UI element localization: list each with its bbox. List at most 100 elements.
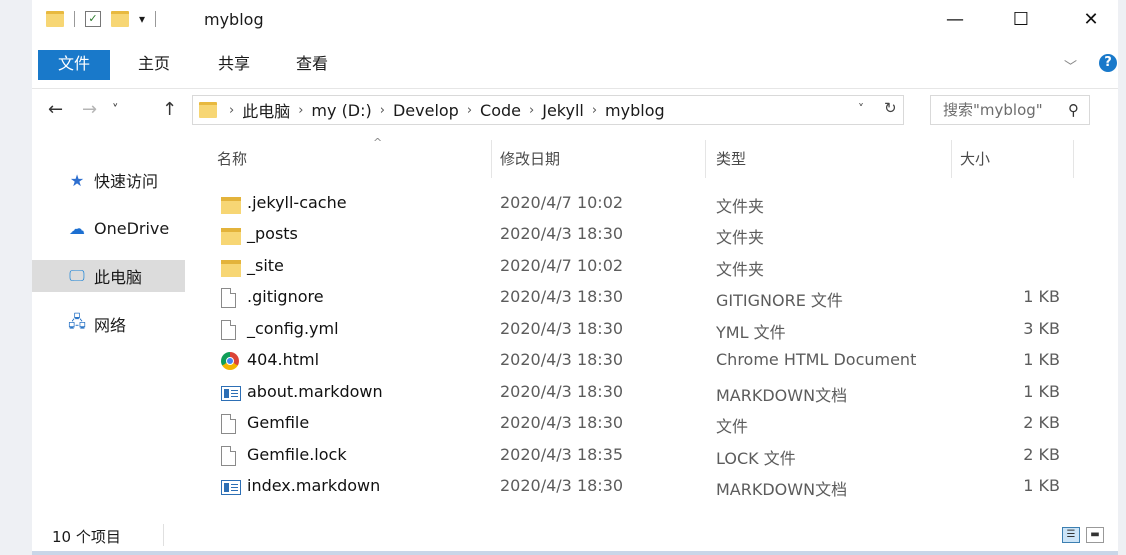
divider: [74, 11, 75, 27]
close-button[interactable]: ✕: [1068, 0, 1114, 38]
tab-file[interactable]: 文件: [38, 50, 110, 80]
maximize-button[interactable]: ☐: [998, 0, 1044, 38]
chevron-right-icon[interactable]: ›: [229, 103, 234, 118]
address-dropdown-icon[interactable]: ˅: [858, 102, 864, 116]
markdown-icon: [221, 386, 241, 401]
column-divider[interactable]: [1073, 140, 1074, 178]
file-modified: 2020/4/3 18:30: [500, 413, 624, 432]
chevron-right-icon[interactable]: ›: [380, 103, 385, 118]
column-header-modified[interactable]: 修改日期: [500, 148, 560, 169]
file-row[interactable]: index.markdown 2020/4/3 18:30 MARKDOWN文档…: [185, 471, 1118, 502]
desktop-edge-right: [1118, 0, 1126, 555]
file-modified: 2020/4/3 18:30: [500, 319, 624, 338]
file-modified: 2020/4/3 18:30: [500, 382, 624, 401]
file-row[interactable]: Gemfile.lock 2020/4/3 18:35 LOCK 文件 2 KB: [185, 440, 1118, 471]
chevron-right-icon[interactable]: ›: [467, 103, 472, 118]
file-type: MARKDOWN文档: [716, 386, 848, 405]
file-modified: 2020/4/3 18:35: [500, 445, 624, 464]
expand-ribbon-icon[interactable]: ﹀: [1064, 56, 1077, 75]
file-row[interactable]: _config.yml 2020/4/3 18:30 YML 文件 3 KB: [185, 314, 1118, 345]
cloud-icon: ☁: [69, 218, 85, 238]
breadcrumb-drive[interactable]: my (D:): [311, 101, 371, 120]
properties-icon[interactable]: ✓: [85, 11, 101, 27]
chevron-right-icon[interactable]: ›: [529, 103, 534, 118]
file-name: 404.html: [247, 350, 320, 369]
sidebar-item-network[interactable]: 🖧 网络: [32, 308, 185, 340]
file-name: .gitignore: [247, 287, 324, 306]
file-type: 文件夹: [716, 228, 765, 247]
file-name: Gemfile.lock: [247, 445, 347, 464]
minimize-button[interactable]: —: [932, 0, 978, 38]
window-bottom-border: [32, 551, 1118, 555]
column-header-name[interactable]: 名称: [217, 148, 247, 169]
breadcrumb-code[interactable]: Code: [480, 101, 521, 120]
back-arrow-icon[interactable]: ←: [48, 99, 63, 120]
file-size: 3 KB: [1023, 319, 1060, 338]
desktop-edge-left: [0, 0, 32, 555]
new-folder-icon[interactable]: [111, 11, 129, 27]
file-row[interactable]: .jekyll-cache 2020/4/7 10:02 文件夹: [185, 188, 1118, 219]
file-type: YML 文件: [716, 323, 786, 342]
breadcrumb-jekyll[interactable]: Jekyll: [542, 101, 584, 120]
file-row[interactable]: Gemfile 2020/4/3 18:30 文件 2 KB: [185, 408, 1118, 439]
chevron-right-icon[interactable]: ›: [592, 103, 597, 118]
file-row[interactable]: _site 2020/4/7 10:02 文件夹: [185, 251, 1118, 282]
file-name: _site: [247, 256, 284, 275]
file-icon: [221, 414, 236, 434]
quick-access-toolbar: ✓ ▾: [46, 11, 166, 27]
file-type: GITIGNORE 文件: [716, 291, 843, 310]
file-icon: [221, 320, 236, 340]
chrome-icon: [221, 352, 239, 370]
tab-view[interactable]: 查看: [290, 50, 334, 80]
file-size: 1 KB: [1023, 476, 1060, 495]
column-header-size[interactable]: 大小: [960, 148, 990, 169]
address-bar[interactable]: › 此电脑 › my (D:) › Develop › Code › Jekyl…: [192, 95, 904, 125]
file-row[interactable]: about.markdown 2020/4/3 18:30 MARKDOWN文档…: [185, 377, 1118, 408]
search-placeholder: 搜索"myblog": [943, 101, 1043, 119]
forward-arrow-icon[interactable]: →: [82, 99, 97, 120]
file-icon: [221, 446, 236, 466]
file-size: 1 KB: [1023, 287, 1060, 306]
breadcrumb-myblog[interactable]: myblog: [605, 101, 665, 120]
sidebar-item-onedrive[interactable]: ☁ OneDrive: [32, 212, 185, 244]
title-bar: ✓ ▾ myblog — ☐ ✕: [32, 0, 1118, 42]
details-view-icon[interactable]: ☰: [1062, 527, 1080, 543]
file-icon: [221, 288, 236, 308]
sidebar-item-this-pc[interactable]: 🖵 此电脑: [32, 260, 185, 292]
column-header-type[interactable]: 类型: [716, 148, 746, 169]
customize-quick-access-icon[interactable]: ▾: [139, 12, 145, 26]
chevron-right-icon[interactable]: ›: [298, 103, 303, 118]
file-modified: 2020/4/3 18:30: [500, 287, 624, 306]
tab-share[interactable]: 共享: [212, 50, 256, 80]
column-divider[interactable]: [705, 140, 706, 178]
recent-locations-icon[interactable]: ˅: [112, 103, 119, 118]
file-type: Chrome HTML Document: [716, 350, 917, 369]
breadcrumb-develop[interactable]: Develop: [393, 101, 459, 120]
column-divider[interactable]: [491, 140, 492, 178]
file-row[interactable]: 404.html 2020/4/3 18:30 Chrome HTML Docu…: [185, 345, 1118, 376]
item-count: 10 个项目: [52, 528, 121, 546]
search-icon[interactable]: ⚲: [1068, 96, 1079, 124]
search-input[interactable]: 搜索"myblog" ⚲: [930, 95, 1090, 125]
divider: [163, 524, 164, 546]
refresh-icon[interactable]: ↻: [884, 99, 897, 117]
large-icons-view-icon[interactable]: ▬: [1086, 527, 1104, 543]
sidebar-item-label: 快速访问: [94, 172, 159, 191]
column-divider[interactable]: [951, 140, 952, 178]
folder-icon: [221, 228, 241, 245]
file-name: about.markdown: [247, 382, 383, 401]
help-icon[interactable]: ?: [1099, 54, 1117, 72]
file-row[interactable]: _posts 2020/4/3 18:30 文件夹: [185, 219, 1118, 250]
sort-ascending-icon: ^: [373, 136, 383, 149]
file-row[interactable]: .gitignore 2020/4/3 18:30 GITIGNORE 文件 1…: [185, 282, 1118, 313]
file-name: index.markdown: [247, 476, 381, 495]
sidebar-item-quick-access[interactable]: ★ 快速访问: [32, 164, 185, 196]
file-size: 2 KB: [1023, 445, 1060, 464]
navigation-bar: ← → ˅ ↑ › 此电脑 › my (D:) › Develop › Code…: [32, 88, 1118, 133]
folder-icon: [46, 11, 64, 27]
file-type: MARKDOWN文档: [716, 480, 848, 499]
up-arrow-icon[interactable]: ↑: [162, 99, 177, 120]
tab-home[interactable]: 主页: [132, 50, 176, 80]
breadcrumb-this-pc[interactable]: 此电脑: [242, 98, 290, 122]
file-name: _posts: [247, 224, 298, 243]
